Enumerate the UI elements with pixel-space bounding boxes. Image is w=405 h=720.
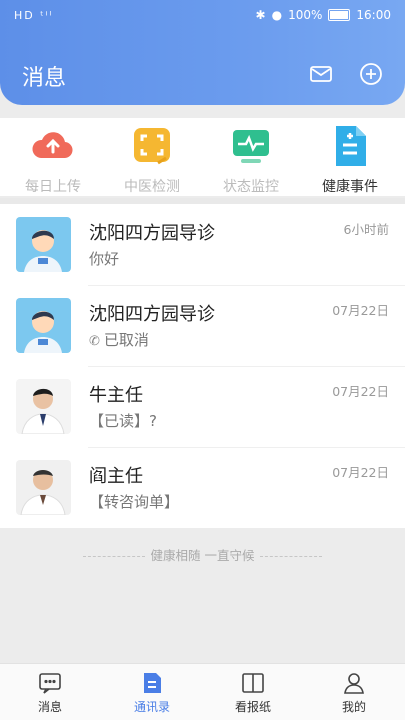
conversation-message-wrap: ✆ 已取消	[89, 329, 149, 350]
user-icon	[341, 670, 367, 696]
status-right: ✱ ● 100% 16:00	[256, 8, 391, 22]
dashed-divider	[82, 556, 145, 557]
tab-contacts[interactable]: 通讯录	[117, 670, 187, 715]
mail-icon[interactable]	[309, 62, 333, 86]
dashed-divider	[260, 556, 323, 557]
conversation-name: 阎主任	[89, 466, 143, 487]
phone-icon: ✆	[89, 334, 100, 349]
document-add-icon	[326, 122, 374, 170]
feature-label: 每日上传	[25, 179, 81, 195]
book-icon	[240, 670, 266, 696]
battery-icon	[328, 9, 351, 21]
feature-tcm-detect[interactable]: 中医检测	[112, 122, 192, 196]
avatar	[16, 217, 71, 272]
conversation-time: 07月22日	[332, 384, 389, 399]
monitor-icon	[227, 122, 275, 170]
conversation-name: 牛主任	[89, 385, 143, 406]
add-icon[interactable]	[359, 62, 383, 86]
feature-label: 中医检测	[124, 179, 180, 195]
location-icon: ●	[271, 8, 283, 22]
avatar	[16, 298, 71, 353]
conversation-time: 07月22日	[332, 465, 389, 480]
feature-health-events[interactable]: 健康事件	[310, 122, 390, 196]
header: HD ᵗⁱˡ ✱ ● 100% 16:00 消息	[0, 0, 405, 105]
feature-label: 健康事件	[322, 179, 378, 195]
tab-label: 我的	[341, 700, 366, 714]
tab-label: 消息	[37, 700, 62, 714]
battery-percent: 100%	[288, 8, 323, 22]
tab-newspaper[interactable]: 看报纸	[218, 670, 288, 715]
tab-label: 通讯录	[133, 700, 170, 714]
status-time: 16:00	[356, 8, 391, 22]
conversation-time: 6小时前	[343, 222, 389, 237]
tab-profile[interactable]: 我的	[319, 670, 389, 715]
conversation-time: 07月22日	[332, 303, 389, 318]
conversation-message: 你好	[89, 250, 120, 268]
cloud-upload-icon	[29, 122, 77, 170]
bluetooth-icon: ✱	[255, 8, 266, 22]
chat-icon	[37, 670, 63, 696]
feature-daily-upload[interactable]: 每日上传	[13, 122, 93, 196]
conversation-row[interactable]: 阎主任 【转咨询单】 07月22日	[0, 447, 405, 528]
scan-icon	[128, 122, 176, 170]
contacts-icon	[139, 670, 165, 696]
conversation-name: 沈阳四方园导诊	[89, 304, 215, 325]
conversation-row[interactable]: 沈阳四方园导诊 你好 6小时前	[0, 204, 405, 285]
status-bar: HD ᵗⁱˡ ✱ ● 100% 16:00	[0, 0, 405, 34]
page-title: 消息	[22, 66, 67, 91]
avatar	[16, 460, 71, 515]
tab-messages[interactable]: 消息	[15, 670, 85, 715]
feature-bar: 每日上传 中医检测 状态监控 健康事件	[0, 118, 405, 196]
conversation-list: 沈阳四方园导诊 你好 6小时前 沈阳四方园导诊 ✆ 已取消 07月22日 牛主任 …	[0, 204, 405, 528]
conversation-row[interactable]: 沈阳四方园导诊 ✆ 已取消 07月22日	[0, 285, 405, 366]
feature-label: 状态监控	[223, 179, 279, 195]
footer-tagline-text: 健康相随 一直守候	[150, 548, 255, 563]
conversation-row[interactable]: 牛主任 【已读】? 07月22日	[0, 366, 405, 447]
conversation-message: 已取消	[103, 331, 149, 349]
footer-tagline: 健康相随 一直守候	[0, 545, 405, 564]
bottom-tab-bar: 消息 通讯录 看报纸 我的	[0, 663, 405, 720]
feature-status-monitor[interactable]: 状态监控	[211, 122, 291, 196]
avatar	[16, 379, 71, 434]
conversation-message: 【转咨询单】	[89, 493, 180, 511]
status-network: HD ᵗⁱˡ	[14, 9, 54, 22]
conversation-name: 沈阳四方园导诊	[89, 223, 215, 244]
conversation-message: 【已读】?	[89, 412, 157, 430]
tab-label: 看报纸	[234, 700, 271, 714]
